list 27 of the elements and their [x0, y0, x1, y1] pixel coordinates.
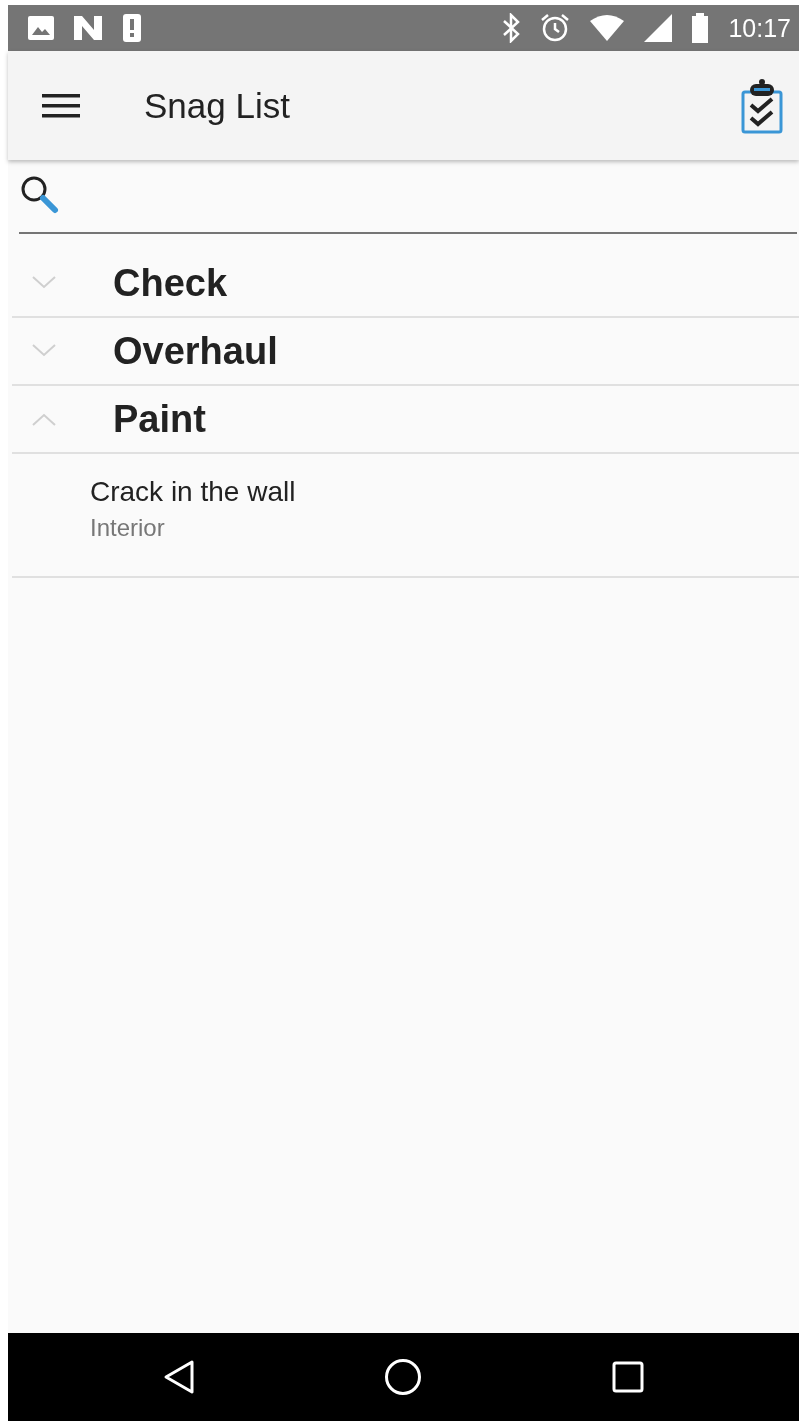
alert-phone-icon: [122, 13, 142, 43]
signal-icon: [644, 14, 673, 42]
app-title: Snag List: [144, 85, 291, 126]
n-logo-icon: [74, 16, 102, 40]
group-header[interactable]: Paint: [12, 386, 799, 454]
chevron-down-icon: [32, 276, 56, 290]
group-title: Overhaul: [113, 329, 278, 373]
chevron-down-icon: [32, 344, 56, 358]
snag-title: Crack in the wall: [90, 476, 296, 508]
chevron-up-icon: [32, 412, 56, 426]
snag-item[interactable]: Crack in the wall Interior: [12, 454, 799, 578]
bluetooth-icon: [502, 13, 521, 43]
clipboard-checklist-button[interactable]: [741, 77, 783, 134]
group-title: Check: [113, 261, 228, 305]
back-button[interactable]: [162, 1359, 195, 1395]
alarm-clock-icon: [540, 13, 571, 43]
image-icon: [28, 16, 54, 40]
menu-button[interactable]: [42, 93, 80, 118]
snag-location: Interior: [90, 514, 165, 542]
group-header[interactable]: Overhaul: [12, 318, 799, 386]
group-title: Paint: [113, 397, 206, 441]
wifi-icon: [590, 15, 625, 41]
status-time: 10:17: [728, 13, 791, 43]
group-header[interactable]: Check: [12, 250, 799, 318]
battery-icon: [692, 13, 709, 43]
home-button[interactable]: [384, 1358, 423, 1396]
recents-button[interactable]: [612, 1361, 645, 1393]
